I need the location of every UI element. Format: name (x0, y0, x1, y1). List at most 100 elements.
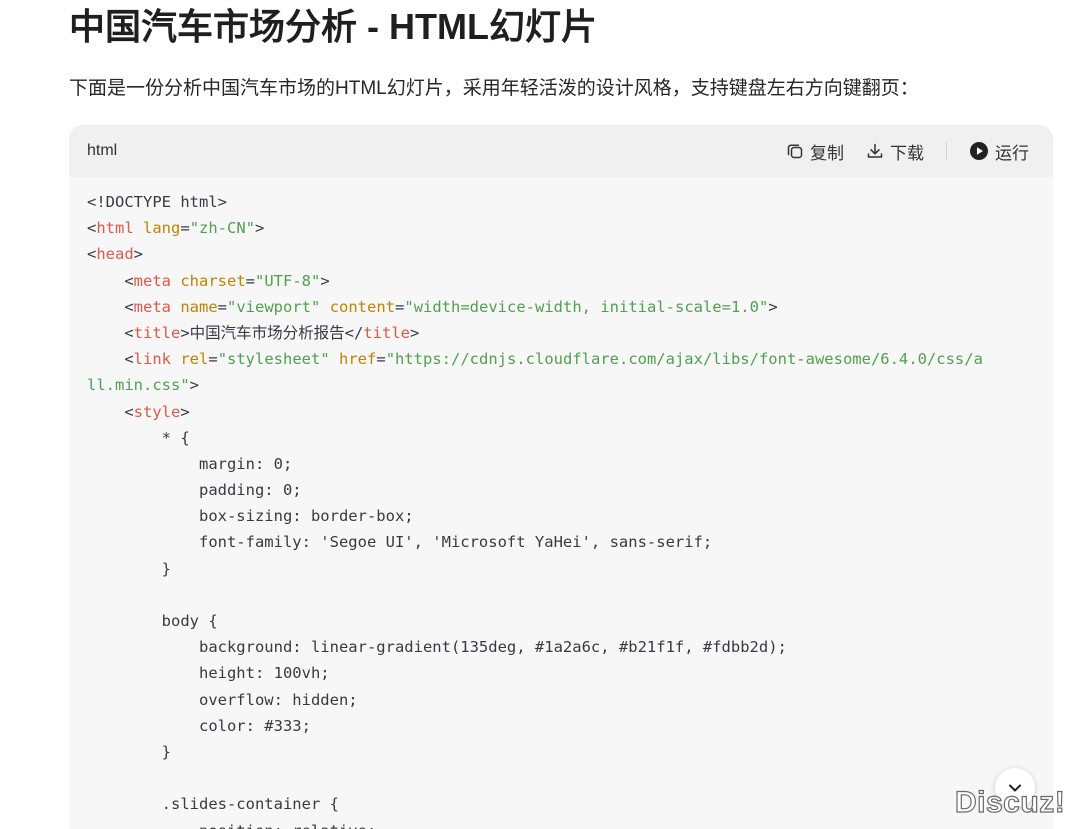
code-token: = (376, 350, 386, 369)
code-line: padding: 0; (87, 477, 1047, 503)
code-line: height: 100vh; (87, 660, 1047, 686)
code-token: > (410, 323, 420, 342)
code-token: = (395, 297, 405, 316)
code-line: box-sizing: border-box; (87, 503, 1047, 529)
code-token: "https://cdnjs.cloudflare.com/ajax/libs/… (385, 350, 983, 369)
code-token: < (87, 271, 134, 290)
code-token: } (87, 742, 171, 761)
code-token: title (363, 323, 411, 342)
download-icon (867, 143, 883, 158)
code-token: overflow: hidden; (87, 690, 358, 709)
actions-divider (946, 142, 947, 160)
play-circle-icon (970, 142, 988, 160)
code-token: meta (133, 271, 171, 290)
code-token: font-family: 'Segoe UI', 'Microsoft YaHe… (87, 533, 713, 552)
code-token: = (245, 271, 256, 290)
code-line: margin: 0; (87, 451, 1047, 477)
run-button[interactable]: 运行 (969, 139, 1029, 164)
code-token: * { (87, 428, 190, 447)
code-line: .slides-container { (87, 791, 1047, 817)
code-line: <meta charset="UTF-8"> (87, 268, 1047, 294)
download-button[interactable]: 下载 (866, 139, 924, 164)
copy-label: 复制 (810, 143, 844, 163)
code-line: color: #333; (87, 713, 1047, 739)
copy-icon (787, 144, 803, 159)
code-token: ll.min.css" (87, 376, 190, 395)
code-line: font-family: 'Segoe UI', 'Microsoft YaHe… (87, 529, 1047, 555)
code-line: <title>中国汽车市场分析报告</title> (87, 320, 1047, 346)
code-token: < (87, 323, 134, 342)
code-token: margin: 0; (87, 454, 293, 473)
code-line: } (87, 556, 1047, 582)
code-token: charset (180, 271, 246, 290)
code-line: position: relative; (87, 818, 1047, 829)
code-token: < (87, 297, 134, 316)
code-token: box-sizing: border-box; (87, 507, 414, 526)
code-token: style (133, 402, 181, 421)
code-line: * { (87, 425, 1047, 451)
page-title: 中国汽车市场分析 - HTML幻灯片 (69, 6, 597, 47)
code-token: height: 100vh; (87, 664, 330, 683)
download-label: 下载 (890, 143, 924, 163)
code-token: html (96, 219, 134, 238)
code-token: > (768, 297, 778, 316)
code-token: content (329, 297, 396, 316)
copy-button[interactable]: 复制 (786, 139, 844, 164)
code-line: <head> (87, 241, 1047, 267)
code-token: lang (143, 219, 181, 238)
code-token: <!DOCTYPE html> (87, 193, 227, 211)
code-line: } (87, 739, 1047, 765)
code-token: < (87, 245, 97, 264)
code-line: <meta name="viewport" content="width=dev… (87, 294, 1047, 320)
code-language-label: html (87, 142, 118, 159)
code-token: > (189, 376, 199, 395)
code-token: "viewport" (227, 297, 321, 316)
code-block-header: html 复制 下载 运行 (69, 125, 1053, 177)
discuz-watermark: Discuz! (954, 785, 1066, 819)
code-token: > (255, 219, 265, 238)
code-token: "UTF-8" (255, 271, 321, 290)
code-line: <style> (87, 399, 1047, 425)
code-token: link (133, 350, 171, 369)
code-block: html 复制 下载 运行 <!DOCTYPE html> <html lang… (69, 125, 1053, 829)
code-token: title (133, 323, 181, 342)
code-line: body { (87, 608, 1047, 634)
code-line: overflow: hidden; (87, 687, 1047, 713)
code-token: name (180, 297, 218, 316)
code-token: "width=device-width, initial-scale=1.0" (404, 297, 769, 316)
code-line: <!DOCTYPE html> (87, 189, 1047, 215)
code-token: href (339, 350, 377, 369)
code-token: > (320, 271, 330, 290)
code-token: rel (180, 350, 209, 369)
code-token: = (217, 297, 228, 316)
code-line: <html lang="zh-CN"> (87, 215, 1047, 241)
code-token: } (87, 559, 171, 578)
code-token: "stylesheet" (217, 350, 330, 369)
code-token: padding: 0; (87, 481, 302, 500)
run-label: 运行 (995, 143, 1029, 163)
code-token: position: relative; (87, 822, 376, 829)
code-actions: 复制 下载 运行 (786, 138, 1029, 164)
code-token: color: #333; (87, 716, 311, 735)
intro-text: 下面是一份分析中国汽车市场的HTML幻灯片，采用年轻活泼的设计风格，支持键盘左右… (69, 78, 919, 99)
code-line: background: linear-gradient(135deg, #1a2… (87, 634, 1047, 660)
code-content: <!DOCTYPE html> <html lang="zh-CN"> <head>… (87, 189, 1047, 829)
code-token: < (87, 402, 134, 421)
code-token: = (208, 350, 218, 369)
code-token: < (87, 219, 97, 238)
code-line: <link rel="stylesheet" href="https://cdn… (87, 346, 1047, 372)
code-token: > (133, 245, 144, 264)
code-token: body { (87, 612, 218, 630)
code-token: "zh-CN" (189, 219, 256, 238)
code-token: meta (133, 297, 171, 316)
code-token: > (180, 402, 190, 421)
code-token: >中国汽车市场分析报告</ (180, 323, 364, 342)
code-token: head (96, 245, 134, 264)
